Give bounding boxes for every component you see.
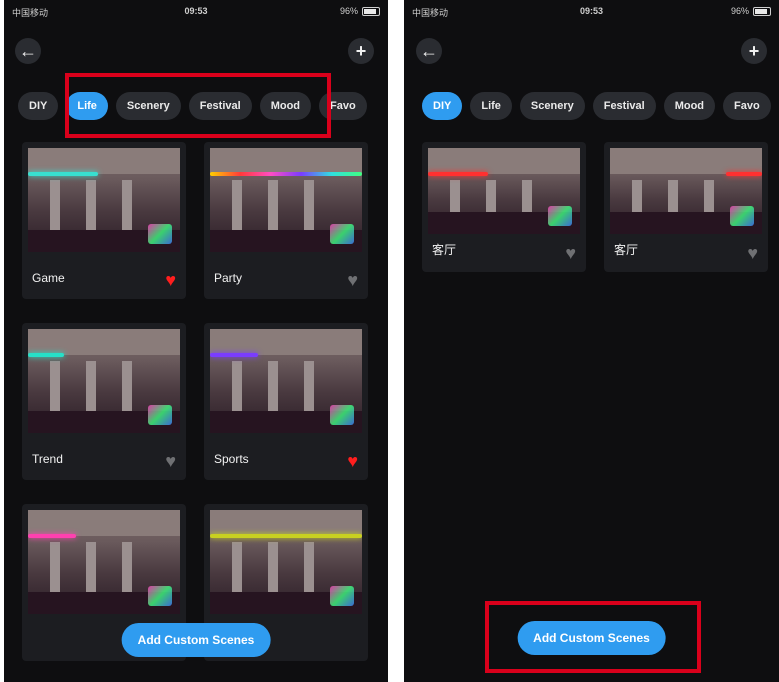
back-button[interactable]: ← (416, 38, 442, 64)
scene-card[interactable]: Sports ♥ (204, 323, 368, 480)
scene-thumbnail (28, 148, 180, 252)
favorite-heart-icon[interactable]: ♥ (347, 452, 358, 470)
scene-card[interactable]: 客厅 ♥ (604, 142, 768, 272)
favorite-heart-icon[interactable]: ♥ (565, 244, 576, 262)
tab-favorites[interactable]: Favo (723, 92, 771, 120)
back-button[interactable]: ← (15, 38, 41, 64)
left-screen: 中国移动 09:53 96% ← + DIY Life Scenery Fest… (4, 0, 388, 682)
scene-label: 客厅 (614, 243, 639, 257)
tab-festival[interactable]: Festival (188, 92, 252, 120)
clock: 09:53 (579, 6, 604, 16)
category-tabs: DIY Life Scenery Festival Mood Favo (422, 92, 779, 122)
scene-label: Party (214, 271, 243, 285)
tab-mood[interactable]: Mood (259, 92, 312, 120)
tab-favorites[interactable]: Favo (319, 92, 367, 120)
tab-diy[interactable]: DIY (18, 92, 59, 120)
favorite-heart-icon[interactable]: ♥ (747, 244, 758, 262)
right-screen: 中国移动 09:53 96% ← + DIY Life Scenery Fest… (404, 0, 779, 682)
battery-percent: 96% (339, 6, 358, 16)
status-bar: 中国移动 09:53 96% (404, 0, 779, 22)
scene-label: Game (32, 271, 65, 285)
favorite-heart-icon[interactable]: ♥ (165, 452, 176, 470)
category-tabs: DIY Life Scenery Festival Mood Favo (18, 92, 388, 122)
battery-percent: 96% (730, 6, 749, 16)
scene-label: Sports (214, 452, 249, 466)
add-custom-scenes-button[interactable]: Add Custom Scenes (517, 621, 666, 655)
scene-card[interactable]: Trend ♥ (22, 323, 186, 480)
scene-label: Trend (32, 452, 63, 466)
favorite-heart-icon[interactable]: ♥ (165, 271, 176, 289)
tab-scenery[interactable]: Scenery (115, 92, 181, 120)
carrier-label: 中国移动 (412, 8, 449, 18)
add-button[interactable]: + (348, 38, 374, 64)
add-button[interactable]: + (741, 38, 767, 64)
favorite-heart-icon[interactable]: ♥ (347, 271, 358, 289)
scene-thumbnail (28, 329, 180, 433)
scene-thumbnail (210, 329, 362, 433)
scene-thumbnail (210, 510, 362, 614)
carrier-label: 中国移动 (12, 8, 49, 18)
scene-card[interactable]: Game ♥ (22, 142, 186, 299)
tab-life[interactable]: Life (470, 92, 512, 120)
tab-mood[interactable]: Mood (663, 92, 716, 120)
tab-festival[interactable]: Festival (592, 92, 656, 120)
scene-thumbnail (28, 510, 180, 614)
status-bar: 中国移动 09:53 96% (4, 0, 388, 22)
battery-icon (753, 6, 771, 16)
battery-icon (362, 6, 380, 16)
scene-label: 客厅 (432, 243, 457, 257)
add-custom-scenes-button[interactable]: Add Custom Scenes (121, 623, 271, 657)
scene-thumbnail (210, 148, 362, 252)
tab-scenery[interactable]: Scenery (519, 92, 585, 120)
clock: 09:53 (184, 6, 208, 16)
tab-diy[interactable]: DIY (422, 92, 463, 120)
scene-card[interactable]: Party ♥ (204, 142, 368, 299)
scene-card[interactable]: 客厅 ♥ (422, 142, 586, 272)
tab-life[interactable]: Life (66, 92, 108, 120)
scene-thumbnail (610, 148, 762, 234)
scene-thumbnail (428, 148, 580, 234)
